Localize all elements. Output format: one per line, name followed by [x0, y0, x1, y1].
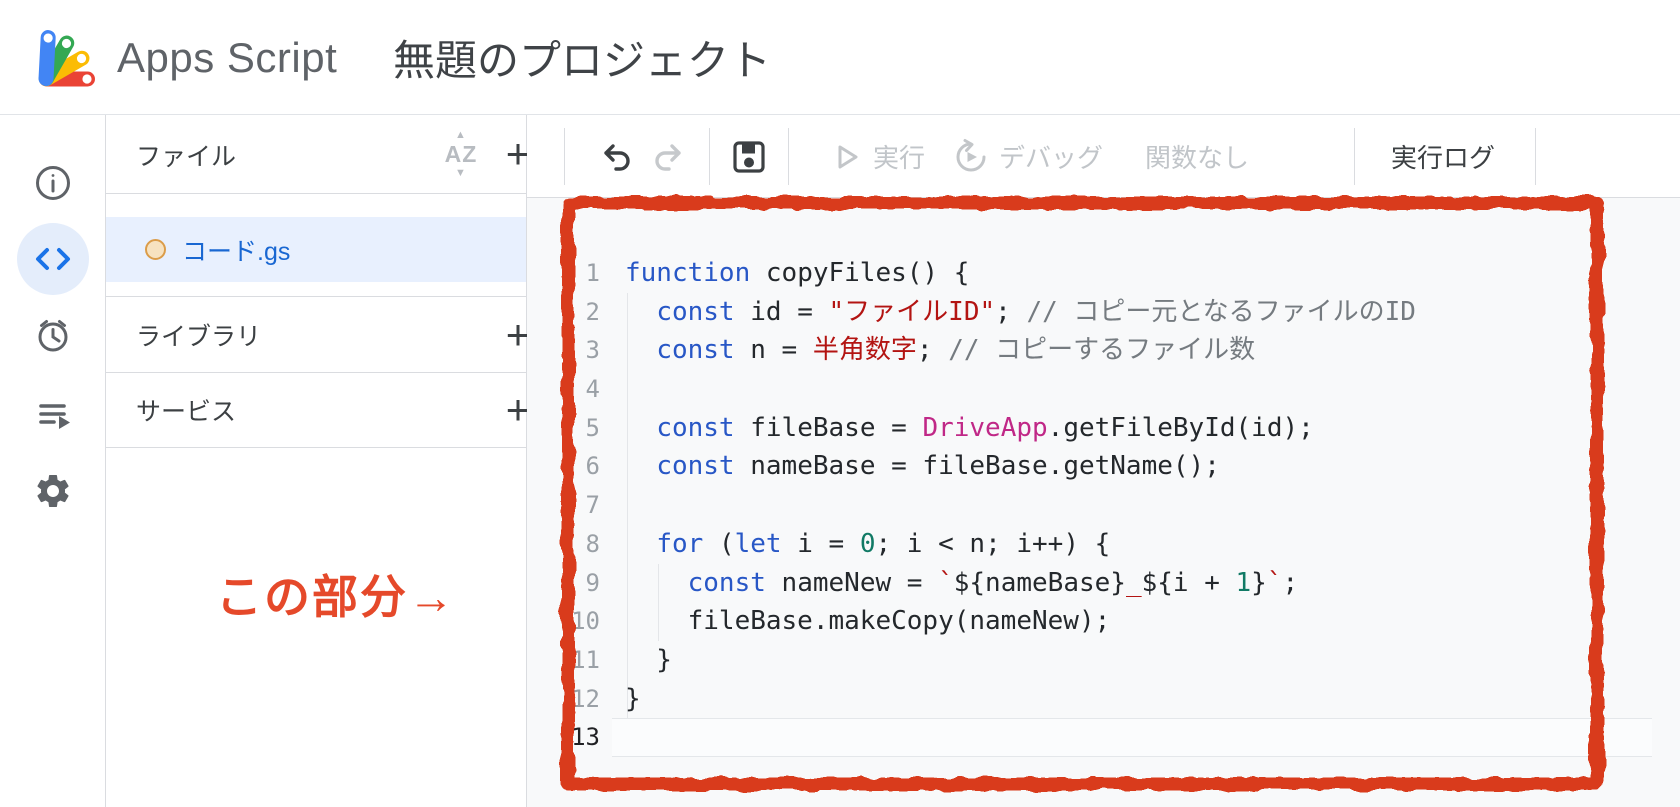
undo-button[interactable]	[593, 115, 637, 198]
divider	[788, 128, 789, 185]
editor-code-icon[interactable]	[33, 239, 73, 279]
execution-log-label: 実行ログ	[1391, 138, 1495, 175]
run-button[interactable]: 実行	[827, 115, 925, 198]
debug-button-label: デバッグ	[999, 138, 1103, 175]
editor-toolbar: 実行 デバッグ 関数なし 実行ログ	[527, 115, 1680, 198]
divider	[1354, 128, 1355, 185]
redo-button[interactable]	[648, 115, 692, 198]
project-title[interactable]: 無題のプロジェクト	[393, 0, 771, 115]
code-line[interactable]: for (let i = 0; i < n; i++) {	[625, 525, 1680, 564]
code-line[interactable]: const id = "ファイルID"; // コピー元となるファイルのID	[625, 293, 1680, 332]
file-panel: ファイル ▲ AZ ▼ + コード.gs ライブラリ + サービス + この部分…	[106, 115, 527, 807]
line-number: 9	[527, 564, 600, 603]
function-select-label: 関数なし	[1145, 138, 1249, 175]
line-number: 12	[527, 680, 600, 719]
code-line[interactable]: fileBase.makeCopy(nameNew);	[625, 602, 1680, 641]
libraries-row: ライブラリ +	[106, 297, 526, 373]
sort-down-arrow-icon: ▼	[455, 167, 466, 179]
line-number: 4	[527, 370, 600, 409]
execution-log-button[interactable]: 実行ログ	[1391, 115, 1495, 198]
code-editor[interactable]: 12345678910111213 function copyFiles() {…	[527, 198, 1680, 807]
overview-info-icon[interactable]	[33, 163, 73, 203]
code-line[interactable]	[625, 370, 1680, 409]
code-line[interactable]: const n = 半角数字; // コピーするファイル数	[625, 331, 1680, 370]
function-select[interactable]: 関数なし	[1145, 115, 1249, 198]
line-number: 8	[527, 525, 600, 564]
line-number: 13	[527, 718, 600, 757]
run-button-label: 実行	[873, 138, 925, 175]
sort-up-arrow-icon: ▲	[455, 129, 466, 141]
line-number: 7	[527, 486, 600, 525]
line-number: 11	[527, 641, 600, 680]
files-header-label: ファイル	[136, 115, 236, 194]
services-label: サービス	[136, 373, 236, 447]
debug-button[interactable]: デバッグ	[951, 115, 1103, 198]
apps-script-logo-icon	[36, 21, 104, 93]
executions-list-icon[interactable]	[33, 395, 73, 435]
triggers-clock-icon[interactable]	[33, 315, 73, 355]
divider	[709, 128, 710, 185]
code-line[interactable]: const nameNew = `${nameBase}_${i + 1}`;	[625, 564, 1680, 603]
save-button[interactable]	[727, 115, 771, 198]
files-header: ファイル ▲ AZ ▼ +	[106, 115, 526, 194]
editor-pane: 実行 デバッグ 関数なし 実行ログ 1	[527, 115, 1680, 807]
services-row: サービス +	[106, 373, 526, 448]
line-number: 6	[527, 447, 600, 486]
line-number: 5	[527, 409, 600, 448]
unsaved-dot-icon	[145, 239, 166, 260]
annotation-this-part: この部分→	[216, 561, 456, 627]
code-line[interactable]: const fileBase = DriveApp.getFileById(id…	[625, 409, 1680, 448]
line-number: 10	[527, 602, 600, 641]
line-number-gutter: 12345678910111213	[527, 254, 600, 757]
libraries-label: ライブラリ	[136, 297, 261, 372]
settings-gear-icon[interactable]	[33, 471, 73, 511]
code-line[interactable]	[625, 718, 1680, 757]
az-sort-icon[interactable]: ▲ AZ ▼	[436, 129, 486, 181]
divider	[564, 128, 565, 185]
divider	[1535, 128, 1536, 185]
file-item-label: コード.gs	[182, 217, 290, 282]
code-lines: function copyFiles() { const id = "ファイルI…	[625, 254, 1680, 757]
code-line[interactable]: }	[625, 680, 1680, 719]
apps-script-ide: Apps Script 無題のプロジェクト	[0, 0, 1680, 807]
line-number: 2	[527, 293, 600, 332]
header: Apps Script 無題のプロジェクト	[0, 0, 1680, 115]
code-line[interactable]: const nameBase = fileBase.getName();	[625, 447, 1680, 486]
code-line[interactable]: }	[625, 641, 1680, 680]
left-rail	[0, 115, 106, 807]
code-line[interactable]	[625, 486, 1680, 525]
line-number: 1	[527, 254, 600, 293]
app-name: Apps Script	[117, 0, 337, 115]
code-line[interactable]: function copyFiles() {	[625, 254, 1680, 293]
file-item-code-gs[interactable]: コード.gs	[106, 217, 526, 282]
line-number: 3	[527, 331, 600, 370]
